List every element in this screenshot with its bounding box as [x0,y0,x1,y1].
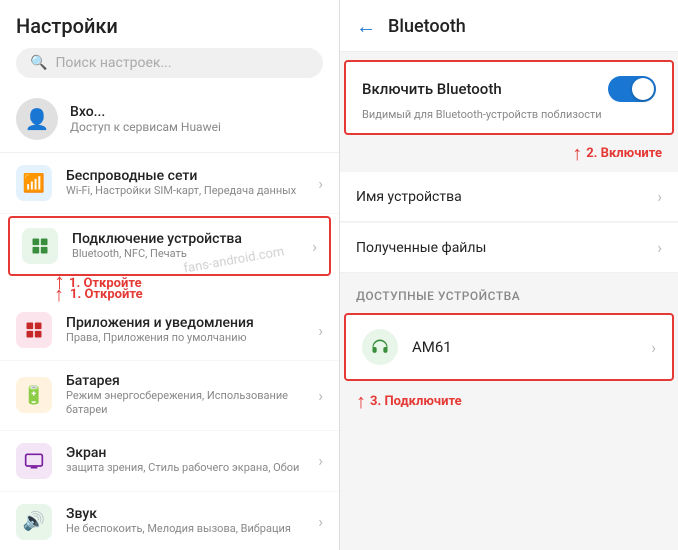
toggle-sub: Видимый для Bluetooth-устройств поблизос… [346,108,672,133]
left-panel: Настройки 🔍 Поиск настроек... 👤 Вхо... Д… [0,0,340,550]
menu-item-wifi[interactable]: 📶 Беспроводные сети Wi-Fi, Настройки SIM… [0,153,339,214]
device-chevron: › [312,237,317,256]
account-info: Вхо... Доступ к сервисам Huawei [70,104,221,134]
toggle-label: Включить Bluetooth [362,80,608,98]
screen-sub: защита зрения, Стиль рабочего экрана, Об… [66,461,304,475]
search-icon: 🔍 [30,55,47,71]
am61-name: AM61 [412,338,651,356]
device-text: Подключение устройства Bluetooth, NFC, П… [72,231,298,261]
wifi-text: Беспроводные сети Wi-Fi, Настройки SIM-к… [66,168,304,198]
battery-icon: 🔋 [16,377,52,413]
apps-sub: Права, Приложения по умолчанию [66,331,304,345]
screen-icon [16,443,52,479]
apps-chevron: › [318,321,323,340]
battery-title: Батарея [66,373,304,389]
headphones-svg [370,337,390,357]
battery-text: Батарея Режим энергосбережения, Использо… [66,373,304,418]
available-devices-header: ДОСТУПНЫЕ УСТРОЙСТВА [340,277,678,309]
battery-chevron: › [318,386,323,405]
menu-item-sound[interactable]: 🔊 Звук Не беспокоить, Мелодия вызова, Ви… [0,492,339,550]
sound-icon: 🔊 [16,504,52,540]
menu-item-screen[interactable]: Экран защита зрения, Стиль рабочего экра… [0,431,339,492]
search-placeholder: Поиск настроек... [55,55,171,71]
wifi-title: Беспроводные сети [66,168,304,184]
avatar: 👤 [16,98,58,140]
step2-arrow: ↑ [572,141,582,166]
device-name-chevron: › [657,187,662,206]
screen-text: Экран защита зрения, Стиль рабочего экра… [66,445,304,475]
avatar-icon: 👤 [25,107,50,131]
apps-text: Приложения и уведомления Права, Приложен… [66,315,304,345]
step3-label: 3. Подключите [370,394,462,409]
account-name: Вхо... [70,104,221,120]
wifi-sub: Wi-Fi, Настройки SIM-карт, Передача данн… [66,184,304,198]
back-button[interactable]: ← [356,14,376,39]
bluetooth-toggle[interactable] [608,76,656,102]
sound-sub: Не беспокоить, Мелодия вызова, Вибрация [66,522,304,536]
apps-svg-icon [24,320,44,340]
apps-title: Приложения и уведомления [66,315,304,331]
sound-chevron: › [318,512,323,531]
received-files-row[interactable]: Полученные файлы › [340,223,678,273]
account-row[interactable]: 👤 Вхо... Доступ к сервисам Huawei [0,86,339,153]
settings-title: Настройки [16,14,323,38]
screen-chevron: › [318,451,323,470]
headphones-icon [362,329,398,365]
account-sub: Доступ к сервисам Huawei [70,120,221,134]
step2-label: 2. Включите [586,146,662,161]
wifi-chevron: › [318,174,323,193]
received-files-card: Полученные файлы › [340,223,678,273]
device-name-card: Имя устройства › [340,172,678,222]
step1-label: 1. Откройте [69,276,142,291]
step1-spacer: ↑ 1. Откройте [0,278,339,300]
menu-item-wifi-wrapper: 📶 Беспроводные сети Wi-Fi, Настройки SIM… [0,153,339,214]
am61-device-row[interactable]: AM61 › [346,315,672,379]
device-title: Подключение устройства [72,231,298,247]
device-name-row[interactable]: Имя устройства › [340,172,678,222]
screen-svg-icon [24,451,44,471]
battery-sub: Режим энергосбережения, Использование ба… [66,389,304,418]
menu-item-device[interactable]: Подключение устройства Bluetooth, NFC, П… [8,216,331,276]
left-header: Настройки 🔍 Поиск настроек... [0,0,339,86]
am61-device-card: AM61 › [344,313,674,381]
menu-item-battery[interactable]: 🔋 Батарея Режим энергосбережения, Исполь… [0,361,339,431]
received-files-chevron: › [657,238,662,257]
device-svg-icon [30,236,50,256]
search-box[interactable]: 🔍 Поиск настроек... [16,48,323,78]
step1-annotation: ↑ 1. Откройте [54,272,142,294]
menu-item-device-wrapper: Подключение устройства Bluetooth, NFC, П… [4,216,335,276]
step3-annotation: ↑ 3. Подключите [340,385,678,420]
device-sub: Bluetooth, NFC, Печать [72,247,298,261]
bluetooth-toggle-card: Включить Bluetooth Видимый для Bluetooth… [344,60,674,135]
received-files-label: Полученные файлы [356,240,657,256]
device-icon [22,228,58,264]
device-name-label: Имя устройства [356,189,657,205]
wifi-icon: 📶 [16,165,52,201]
right-header: ← Bluetooth [340,0,678,52]
right-panel: ← Bluetooth Включить Bluetooth Видимый д… [340,0,678,550]
sound-text: Звук Не беспокоить, Мелодия вызова, Вибр… [66,506,304,536]
screen-title: Экран [66,445,304,461]
toggle-row: Включить Bluetooth [346,62,672,108]
am61-chevron: › [651,338,656,357]
sound-title: Звук [66,506,304,522]
menu-item-apps[interactable]: Приложения и уведомления Права, Приложен… [0,300,339,361]
step2-annotation: ↑ 2. Включите [340,139,678,172]
step3-arrow: ↑ [356,389,366,414]
bluetooth-title: Bluetooth [388,16,466,37]
menu-list: 📶 Беспроводные сети Wi-Fi, Настройки SIM… [0,153,339,550]
step1-arrow: ↑ [54,272,65,294]
apps-icon [16,312,52,348]
right-content: Включить Bluetooth Видимый для Bluetooth… [340,52,678,550]
